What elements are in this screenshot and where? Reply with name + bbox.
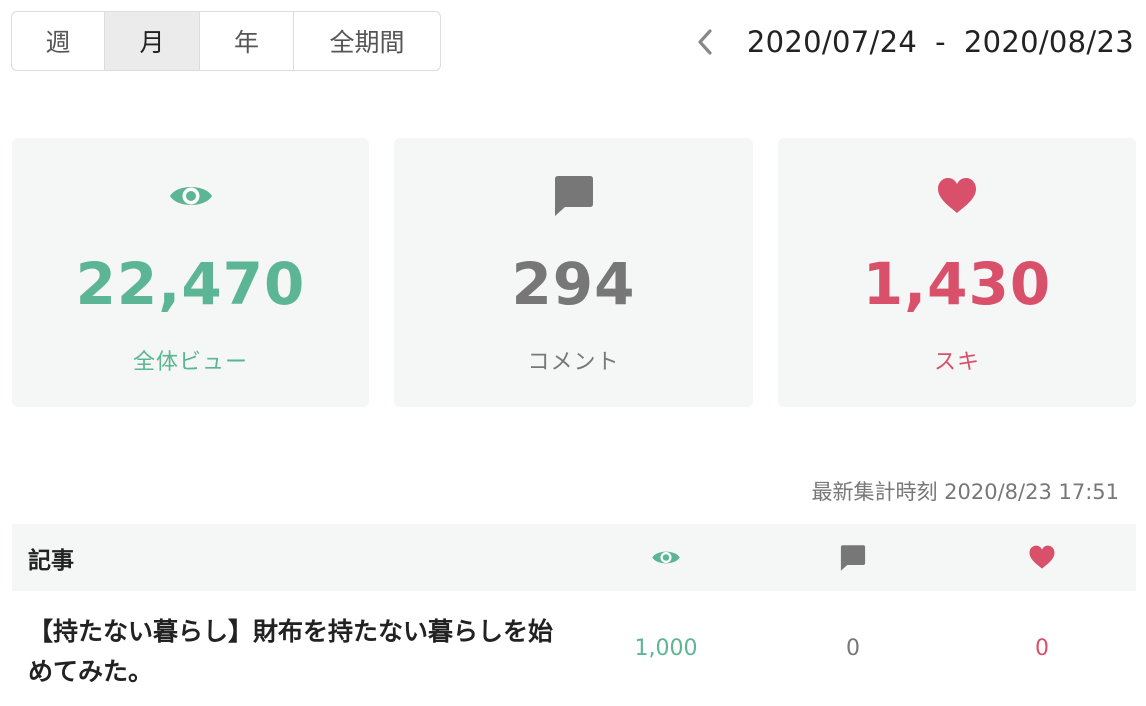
eye-icon <box>168 174 214 218</box>
chevron-left-icon[interactable] <box>693 22 717 62</box>
period-selector: 週 月 年 全期間 <box>11 11 441 71</box>
comment-icon <box>552 174 596 218</box>
date-range: 2020/07/24 - 2020/08/23 <box>693 22 1134 62</box>
table-header: 記事 <box>12 524 1136 591</box>
article-views: 1,000 <box>634 636 698 661</box>
heart-icon <box>936 174 978 218</box>
views-label: 全体ビュー <box>132 350 248 375</box>
likes-label: スキ <box>933 350 980 375</box>
comment-icon <box>823 524 883 591</box>
comments-total: 294 <box>511 250 636 318</box>
tab-month[interactable]: 月 <box>105 12 200 70</box>
heart-icon <box>1012 524 1072 591</box>
date-separator: - <box>935 25 946 59</box>
column-title-article: 記事 <box>28 547 74 574</box>
likes-card: 1,430 スキ <box>778 138 1136 407</box>
last-updated: 最新集計時刻 2020/8/23 17:51 <box>811 480 1119 504</box>
comments-label: コメント <box>527 350 620 375</box>
likes-total: 1,430 <box>862 250 1052 318</box>
table-row: 【持たない暮らし】財布を持たない暮らしを始めてみた。 1,000 0 0 <box>12 600 1136 700</box>
article-likes: 0 <box>1035 636 1049 661</box>
eye-icon <box>636 524 696 591</box>
article-comments: 0 <box>846 636 860 661</box>
tab-week[interactable]: 週 <box>12 12 105 70</box>
date-start: 2020/07/24 <box>746 25 918 59</box>
article-title-link[interactable]: 【持たない暮らし】財布を持たない暮らしを始めてみた。 <box>28 612 568 692</box>
comments-card: 294 コメント <box>394 138 753 407</box>
date-end: 2020/08/23 <box>963 25 1134 59</box>
views-card: 22,470 全体ビュー <box>12 138 369 407</box>
stats-page: 週 月 年 全期間 2020/07/24 - 2020/08/23 22,470… <box>0 0 1146 706</box>
tab-year[interactable]: 年 <box>200 12 294 70</box>
views-total: 22,470 <box>75 250 306 318</box>
tab-all-time[interactable]: 全期間 <box>294 12 440 70</box>
